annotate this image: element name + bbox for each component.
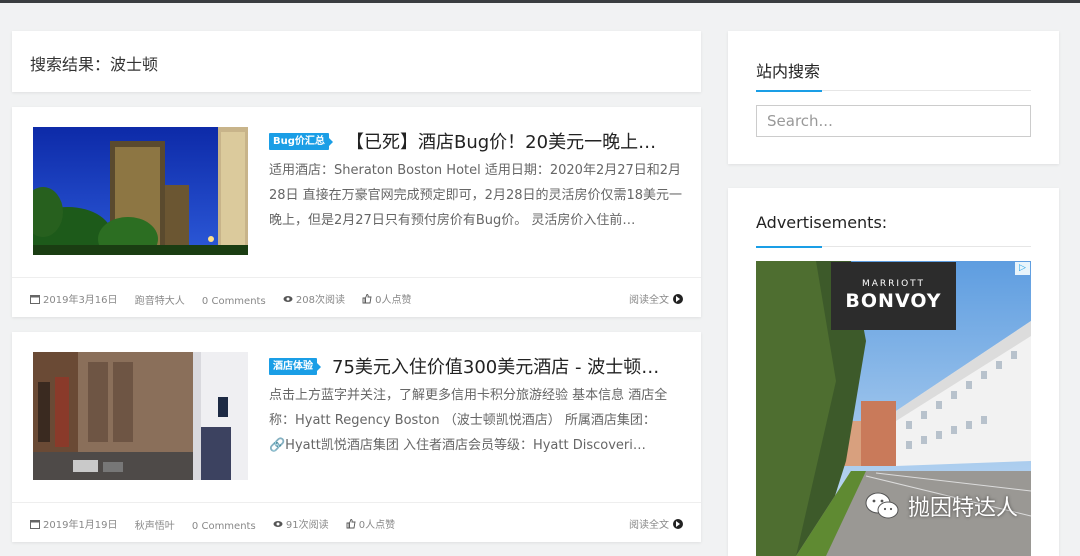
widget-title: Advertisements: <box>756 213 888 232</box>
post-title[interactable]: 【已死】酒店Bug价！20美元一晚上… <box>346 128 676 154</box>
adchoices-icon[interactable]: ▷ <box>1015 262 1030 275</box>
post-likes[interactable]: 0人点赞 <box>346 516 395 531</box>
thumbs-up-icon <box>346 518 356 528</box>
category-badge[interactable]: 酒店体验 <box>269 358 321 375</box>
post-meta: 2019年3月16日 跑音特大人 0 Comments 208次阅读 0人点赞 <box>30 291 426 307</box>
read-more-link[interactable]: 阅读全文 <box>629 291 683 306</box>
post-views: 91次阅读 <box>273 516 329 531</box>
marriott-bonvoy-logo: MARRIOTT BONVOY <box>831 262 956 330</box>
post-comments[interactable]: 0 Comments <box>202 296 266 307</box>
post-excerpt: 点击上方蓝字并关注，了解更多信用卡积分旅游经验 基本信息 酒店全称：Hyatt … <box>269 388 668 453</box>
post-meta: 2019年1月19日 秋声悟叶 0 Comments 91次阅读 0人点赞 <box>30 516 409 532</box>
post-thumbnail[interactable] <box>33 352 248 480</box>
post-title[interactable]: 75美元入住价值300美元酒店 - 波士顿… <box>332 353 677 379</box>
widget-title: 站内搜索 <box>756 62 821 81</box>
page-title: 搜索结果：波士顿 <box>30 55 159 74</box>
post-card: Bug价汇总 【已死】酒店Bug价！20美元一晚上… 适用酒店：Sheraton… <box>12 107 701 317</box>
wechat-icon <box>865 492 899 519</box>
read-more-link[interactable]: 阅读全文 <box>629 516 683 531</box>
watermark-text: 抛因特达人 <box>908 496 1019 521</box>
divider <box>12 502 701 503</box>
eye-icon <box>283 295 293 302</box>
widget-title-underline <box>756 246 1031 248</box>
eye-icon <box>273 520 283 527</box>
search-input[interactable] <box>756 105 1031 137</box>
post-likes[interactable]: 0人点赞 <box>362 291 412 306</box>
arrow-right-circle-icon <box>673 518 683 529</box>
post-date: 2019年1月19日 <box>30 516 118 531</box>
search-widget: 站内搜索 <box>728 31 1059 164</box>
calendar-icon <box>30 519 40 529</box>
search-result-header: 搜索结果：波士顿 <box>12 31 701 92</box>
wechat-watermark: 抛因特达人 <box>864 490 1018 522</box>
post-thumbnail[interactable] <box>33 127 248 255</box>
divider <box>12 277 701 278</box>
post-author[interactable]: 秋声悟叶 <box>135 517 175 532</box>
hyatt-hotel-image <box>33 352 248 480</box>
category-badge[interactable]: Bug价汇总 <box>269 133 333 150</box>
sheraton-hotel-image <box>33 127 248 255</box>
post-excerpt: 适用酒店：Sheraton Boston Hotel 适用日期：2020年2月2… <box>269 163 683 228</box>
post-comments[interactable]: 0 Comments <box>192 521 256 532</box>
top-bar <box>0 0 1080 3</box>
post-date: 2019年3月16日 <box>30 291 118 306</box>
calendar-icon <box>30 294 40 304</box>
thumbs-up-icon <box>362 293 372 303</box>
post-views: 208次阅读 <box>283 291 345 306</box>
arrow-right-circle-icon <box>673 293 683 304</box>
post-author[interactable]: 跑音特大人 <box>135 292 185 307</box>
widget-title-underline <box>756 90 1031 92</box>
post-card: 酒店体验 75美元入住价值300美元酒店 - 波士顿… 点击上方蓝字并关注，了解… <box>12 332 701 542</box>
